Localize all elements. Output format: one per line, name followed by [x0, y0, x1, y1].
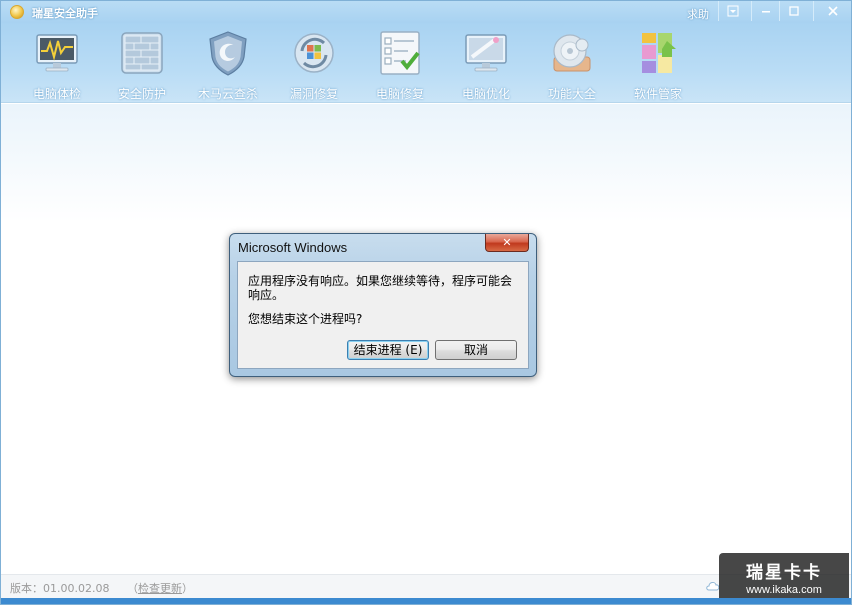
close-paren: ）: [182, 582, 193, 595]
tool-pc-optimize[interactable]: 电脑优化: [446, 27, 526, 101]
tool-label: 木马云查杀: [197, 87, 258, 101]
checklist-icon: [380, 31, 420, 75]
dialog-body: 应用程序没有响应。如果您继续等待，程序可能会响应。 您想结束这个进程吗? 结束进…: [237, 261, 529, 369]
tool-all-features[interactable]: 功能大全: [532, 27, 612, 101]
tool-label: 电脑体检: [32, 87, 81, 101]
dialog-title: Microsoft Windows: [238, 240, 348, 255]
tool-label: 漏洞修复: [289, 87, 338, 101]
discs-icon: [553, 34, 591, 72]
minimize-button[interactable]: [751, 1, 779, 21]
main-toolbar: 电脑体检 安全防护 木马云查杀 漏洞修复 电脑修复 电脑优化 功能大全 软件管家: [1, 23, 851, 103]
taskbar-strip: [1, 598, 851, 604]
tool-security-protection[interactable]: 安全防护: [102, 27, 182, 101]
dialog-question: 您想结束这个进程吗?: [248, 312, 363, 326]
monitor-pulse-icon: [36, 34, 78, 72]
maximize-button[interactable]: [779, 1, 807, 21]
tool-label: 软件管家: [633, 87, 682, 101]
watermark-title: 瑞星卡卡: [746, 563, 822, 583]
close-button[interactable]: [813, 1, 851, 21]
tool-label: 电脑修复: [375, 87, 424, 101]
watermark-url: www.ikaka.com: [746, 584, 822, 596]
dropdown-icon: [727, 5, 738, 17]
help-link[interactable]: 求助: [687, 6, 709, 22]
dialog-close-button[interactable]: ✕: [485, 234, 529, 252]
app-title: 瑞星安全助手: [32, 7, 98, 20]
tool-label: 功能大全: [547, 87, 596, 101]
windows-update-icon: [294, 33, 334, 73]
tool-pc-repair[interactable]: 电脑修复: [360, 27, 440, 101]
not-responding-dialog: Microsoft Windows ✕ 应用程序没有响应。如果您继续等待，程序可…: [229, 233, 537, 377]
cancel-button[interactable]: 取消: [435, 340, 517, 360]
close-icon: ✕: [502, 236, 512, 249]
version-label: 版本：01.00.02.08: [10, 582, 110, 595]
software-blocks-icon: [642, 33, 676, 73]
dialog-message: 应用程序没有响应。如果您继续等待，程序可能会响应。: [248, 274, 513, 302]
tool-label: 安全防护: [117, 87, 166, 101]
watermark-logo: 瑞星卡卡 www.ikaka.com: [719, 553, 849, 599]
title-bar[interactable]: 瑞星安全助手 求助: [1, 1, 851, 23]
check-update-group: （检查更新）: [127, 580, 193, 596]
optimize-icon: [465, 34, 507, 72]
tool-software-manager[interactable]: 软件管家: [618, 27, 698, 101]
tool-pc-checkup[interactable]: 电脑体检: [17, 27, 97, 101]
maximize-icon: [788, 6, 799, 16]
close-icon: [827, 6, 838, 16]
end-process-button[interactable]: 结束进程 (E): [347, 340, 429, 360]
open-paren: （: [127, 582, 138, 595]
app-window: 瑞星安全助手 求助 电脑体检 安全防护 木马云查杀 漏洞修复 电脑修复 电脑优化…: [0, 0, 852, 605]
skin-menu-button[interactable]: [718, 1, 746, 21]
check-update-link[interactable]: 检查更新: [138, 582, 182, 595]
tool-vulnerability-fix[interactable]: 漏洞修复: [274, 27, 354, 101]
app-logo-icon: [10, 5, 24, 19]
tool-label: 电脑优化: [461, 87, 510, 101]
firewall-icon: [121, 32, 163, 74]
shield-icon: [209, 31, 247, 76]
minimize-icon: [761, 11, 770, 13]
tool-trojan-cloud-scan[interactable]: 木马云查杀: [188, 27, 268, 101]
